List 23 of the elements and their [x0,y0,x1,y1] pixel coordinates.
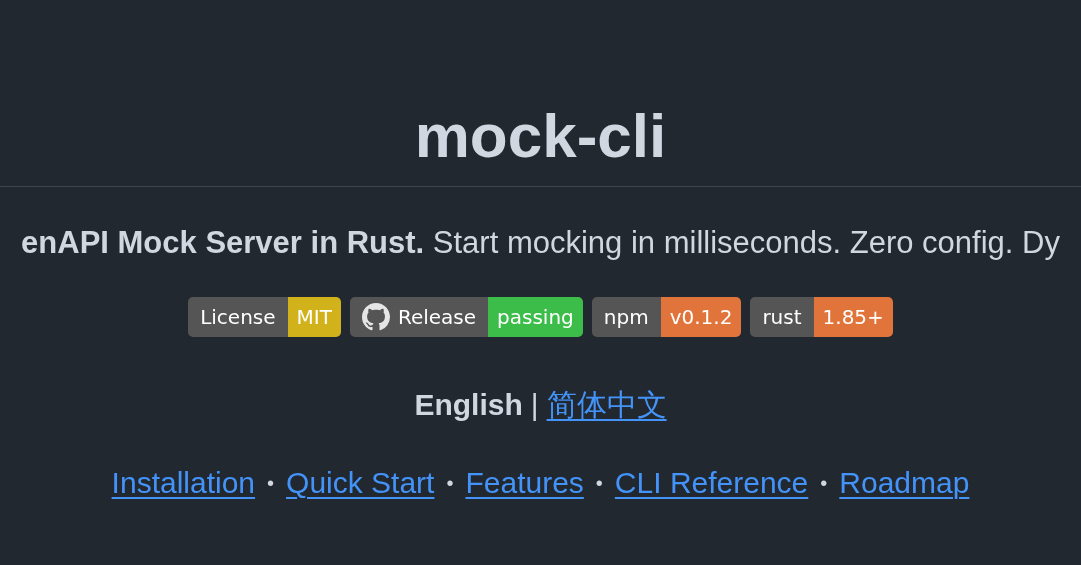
badge-value: MIT [287,297,341,337]
github-icon [361,303,390,331]
language-link[interactable]: 简体中文 [546,385,667,425]
separator: • [267,471,275,496]
separator: • [446,471,454,496]
badge-label-text: rust [762,304,802,331]
separator: • [820,471,828,496]
current-language: English [414,387,523,423]
nav-link[interactable]: Roadmap [839,463,970,503]
badge-value: passing [488,297,583,337]
badge-label-text: npm [603,304,649,331]
nav-link[interactable]: CLI Reference [614,463,809,503]
nav-link[interactable]: Features [465,463,584,503]
badge-value: 1.85+ [813,297,893,337]
tagline: enAPI Mock Server in Rust. Start mocking in milliseconds. Zero config. Dy [21,225,1060,261]
nav-link[interactable]: Quick Start [286,463,435,503]
badge-value: v0.1.2 [660,297,742,337]
badge-label-text: Release [397,304,477,331]
nav-link[interactable]: Installation [111,463,256,503]
page-title: mock-cli [414,100,667,172]
separator: | [530,387,539,423]
badge-label-text: License [200,304,276,331]
separator: • [595,471,603,496]
